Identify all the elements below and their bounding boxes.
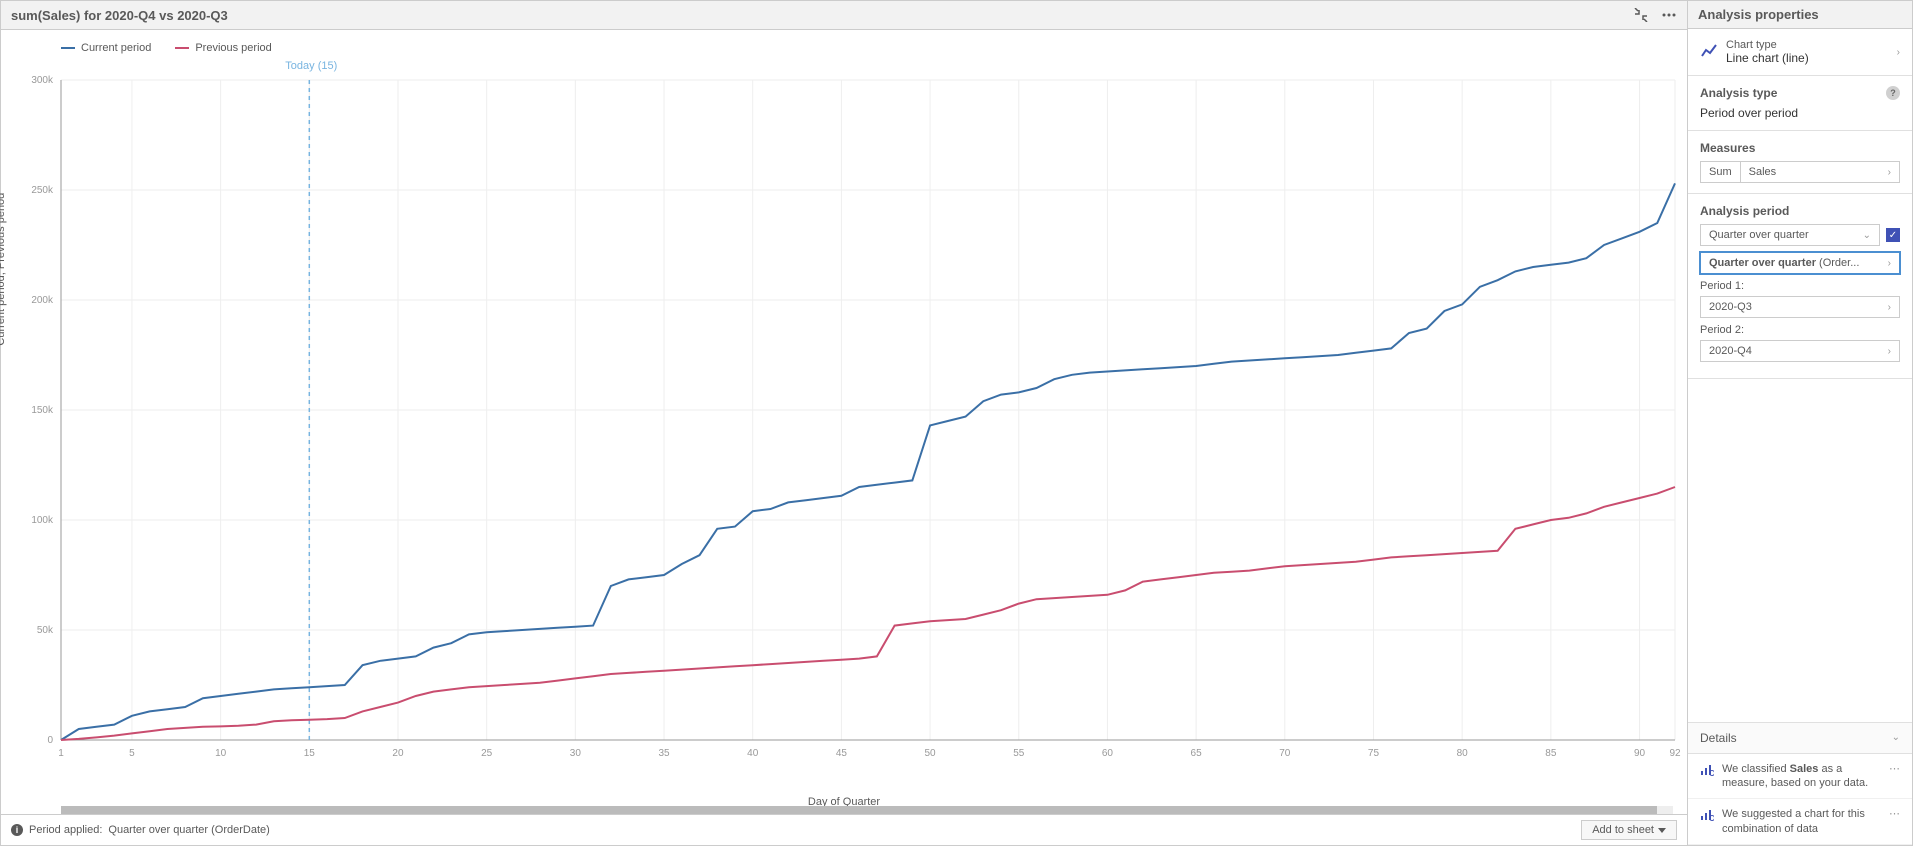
sidebar-title: Analysis properties	[1688, 1, 1912, 29]
svg-text:20: 20	[392, 748, 404, 759]
svg-text:90: 90	[1634, 748, 1646, 759]
period1-label: Period 1:	[1700, 280, 1900, 292]
footer-bar: i Period applied: Quarter over quarter (…	[1, 814, 1687, 845]
detail-more-icon[interactable]: ⋯	[1889, 762, 1900, 775]
chart-scrollbar-thumb[interactable]	[61, 806, 1657, 814]
chart-area[interactable]: Current period Previous period Today (15…	[1, 30, 1687, 814]
svg-text:0: 0	[47, 735, 53, 746]
chevron-down-icon: ⌄	[1863, 230, 1871, 241]
chart-title: sum(Sales) for 2020-Q4 vs 2020-Q3	[11, 8, 228, 23]
analysis-period-label: Analysis period	[1700, 204, 1789, 218]
detail-item-1: We classified Sales as a measure, based …	[1688, 754, 1912, 800]
more-options-icon[interactable]	[1661, 7, 1677, 23]
details-label: Details	[1700, 731, 1737, 745]
svg-text:200k: 200k	[31, 295, 54, 306]
caret-down-icon	[1658, 828, 1666, 833]
svg-text:25: 25	[481, 748, 493, 759]
detail-text-2: We suggested a chart for this combinatio…	[1722, 807, 1881, 836]
measure-agg[interactable]: Sum	[1701, 162, 1741, 182]
period2-select[interactable]: 2020-Q4 ›	[1700, 340, 1900, 362]
line-chart-icon	[1700, 42, 1718, 63]
svg-text:75: 75	[1368, 748, 1380, 759]
period1-select[interactable]: 2020-Q3 ›	[1700, 296, 1900, 318]
add-to-sheet-button[interactable]: Add to sheet	[1581, 820, 1677, 840]
period-detail-select[interactable]: Quarter over quarter (Order... ›	[1700, 252, 1900, 274]
insight-icon	[1700, 807, 1714, 824]
detail-more-icon[interactable]: ⋯	[1889, 807, 1900, 820]
add-to-sheet-label: Add to sheet	[1592, 824, 1654, 836]
period-applied-label: Period applied:	[29, 824, 102, 836]
period-mode-checkbox[interactable]: ✓	[1886, 228, 1900, 242]
chevron-right-icon: ›	[1897, 47, 1900, 58]
chart-scrollbar[interactable]	[61, 806, 1673, 814]
svg-text:5: 5	[129, 748, 135, 759]
y-axis-label: Current period, Previous period	[0, 193, 7, 346]
svg-text:100k: 100k	[31, 515, 54, 526]
detail-item-2: We suggested a chart for this combinatio…	[1688, 799, 1912, 845]
svg-text:60: 60	[1102, 748, 1114, 759]
chevron-right-icon: ›	[1888, 302, 1891, 313]
svg-text:55: 55	[1013, 748, 1025, 759]
details-toggle[interactable]: Details ⌄	[1688, 722, 1912, 754]
detail-text-1: We classified Sales as a measure, based …	[1722, 762, 1881, 791]
analysis-type-value: Period over period	[1700, 106, 1900, 120]
chevron-right-icon: ›	[1888, 167, 1891, 178]
period2-label: Period 2:	[1700, 324, 1900, 336]
svg-text:15: 15	[304, 748, 316, 759]
svg-text:150k: 150k	[31, 405, 54, 416]
chevron-down-icon: ⌄	[1892, 732, 1900, 743]
svg-text:35: 35	[658, 748, 670, 759]
svg-text:250k: 250k	[31, 185, 54, 196]
period-applied-value: Quarter over quarter (OrderDate)	[108, 824, 269, 836]
chart-type-row[interactable]: Chart type Line chart (line) ›	[1688, 29, 1912, 76]
title-bar: sum(Sales) for 2020-Q4 vs 2020-Q3	[1, 1, 1687, 30]
chart-type-value: Line chart (line)	[1726, 51, 1809, 65]
chevron-right-icon: ›	[1888, 258, 1891, 269]
svg-text:40: 40	[747, 748, 759, 759]
svg-text:50k: 50k	[37, 625, 54, 636]
insight-icon	[1700, 762, 1714, 779]
svg-text:45: 45	[836, 748, 848, 759]
help-icon[interactable]: ?	[1886, 86, 1900, 100]
period-mode-select[interactable]: Quarter over quarter ⌄	[1700, 224, 1880, 246]
svg-text:80: 80	[1457, 748, 1469, 759]
chart-type-label: Chart type	[1726, 39, 1809, 51]
svg-text:85: 85	[1545, 748, 1557, 759]
line-chart-svg: 050k100k150k200k250k300k1510152025303540…	[1, 30, 1689, 810]
svg-text:50: 50	[925, 748, 937, 759]
svg-text:300k: 300k	[31, 75, 54, 86]
svg-text:70: 70	[1279, 748, 1291, 759]
chart-panel: sum(Sales) for 2020-Q4 vs 2020-Q3 Curren…	[0, 0, 1688, 846]
measure-selector[interactable]: Sum Sales ›	[1700, 161, 1900, 183]
analysis-properties-panel: Analysis properties Chart type Line char…	[1688, 0, 1913, 846]
analysis-type-label: Analysis type	[1700, 86, 1777, 100]
svg-text:65: 65	[1191, 748, 1203, 759]
minimize-icon[interactable]	[1633, 7, 1649, 23]
svg-text:1: 1	[58, 748, 64, 759]
measures-label: Measures	[1700, 141, 1755, 155]
chevron-right-icon: ›	[1888, 346, 1891, 357]
measure-field[interactable]: Sales ›	[1741, 162, 1899, 182]
svg-text:30: 30	[570, 748, 582, 759]
svg-text:10: 10	[215, 748, 227, 759]
info-icon: i	[11, 824, 23, 836]
svg-text:92: 92	[1669, 748, 1681, 759]
